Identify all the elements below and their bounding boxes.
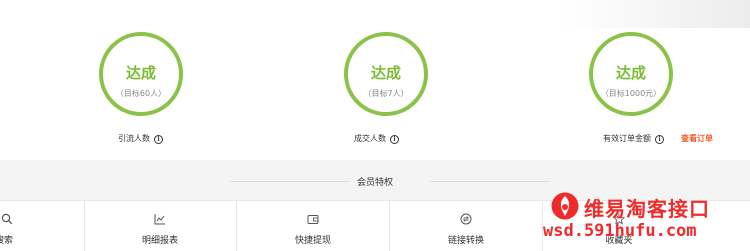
metric-label: 成交人数 i (354, 133, 399, 144)
watermark-logo-icon (551, 192, 579, 220)
metric-label-text: 有效订单金额 (603, 134, 651, 143)
chart-icon (154, 214, 165, 225)
watermark-overlay: 维易淘客接口 wsd.591hufu.com (540, 188, 750, 250)
metric-label: 引流人数 i (118, 133, 163, 144)
metric-status: 达成 (370, 64, 401, 82)
tool-detail-report[interactable]: 明细报表 (85, 201, 237, 251)
tool-search[interactable]: 搜索 (0, 201, 85, 251)
divider-right (430, 181, 550, 182)
metric-label: 有效订单金额 i (603, 133, 664, 144)
member-privileges-title: 会员特权 (356, 178, 393, 188)
progress-ring: 达成 （目标1000元） (589, 32, 673, 116)
info-icon[interactable]: i (655, 135, 664, 144)
info-icon[interactable]: i (154, 135, 163, 144)
metric-label-text: 引流人数 (118, 134, 150, 143)
convert-icon (460, 213, 472, 225)
metric-label-text: 成交人数 (354, 134, 386, 143)
metric-traffic: 达成 （目标60人） 引流人数 i (73, 0, 213, 160)
performance-panel: 达成 （目标60人） 引流人数 i 达成 （目标7人） 成交人数 i 达成 （目标1… (0, 0, 750, 160)
metric-target: （目标60人） (115, 89, 167, 98)
metric-deals: 达成 （目标7人） 成交人数 i (319, 0, 459, 160)
tool-label: 链接转换 (447, 236, 485, 246)
progress-ring: 达成 （目标60人） (99, 32, 183, 116)
wallet-icon (307, 215, 319, 224)
metric-status: 达成 (615, 64, 646, 82)
view-orders-link[interactable]: 查看订单 (681, 133, 713, 144)
info-icon[interactable]: i (390, 135, 399, 144)
progress-ring: 达成 （目标7人） (344, 32, 428, 116)
tool-label: 快捷提现 (294, 236, 332, 246)
watermark-title: 维易淘客接口 (584, 197, 710, 221)
tool-quick-withdraw[interactable]: 快捷提现 (237, 201, 390, 251)
watermark-url: wsd.591hufu.com (543, 221, 697, 241)
tool-label: 搜索 (0, 236, 14, 246)
tool-label: 明细报表 (141, 236, 179, 246)
metric-target: （目标1000元） (600, 89, 662, 98)
search-icon (1, 213, 13, 225)
tool-link-convert[interactable]: 链接转换 (390, 201, 543, 251)
metric-target: （目标7人） (363, 89, 409, 98)
metric-status: 达成 (125, 64, 156, 82)
